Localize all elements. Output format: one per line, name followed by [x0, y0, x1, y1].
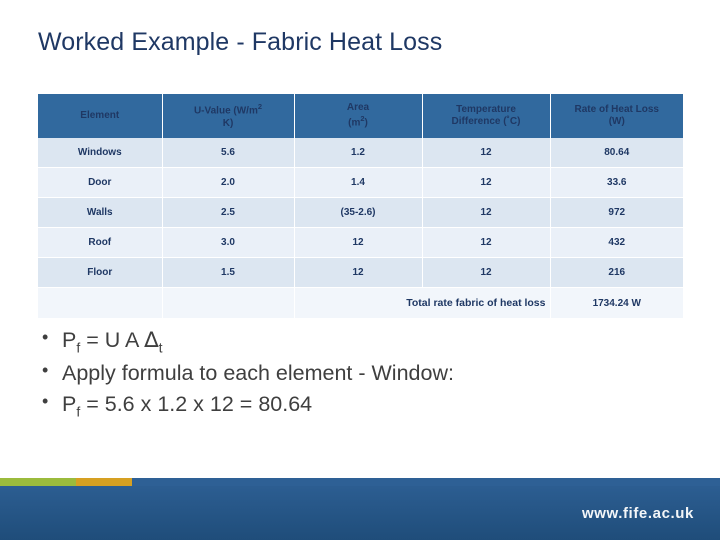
- cell-element: Floor: [38, 257, 163, 288]
- cell-temperature: 12: [422, 257, 551, 288]
- table-total-row: Total rate fabric of heat loss 1734.24 W: [38, 287, 683, 318]
- bullet-item-calculation: Pf = 5.6 x 1.2 x 12 = 80.64: [38, 389, 678, 422]
- heat-loss-table: Element U-Value (W/m2 K) Area (m2) Tempe…: [38, 94, 683, 318]
- column-header-temp-line2: Difference (˚C): [451, 116, 521, 127]
- bullet-item-formula: Pf = U A ∆t: [38, 325, 678, 358]
- cell-element: Roof: [38, 227, 163, 258]
- column-header-uvalue-line2: K): [222, 117, 234, 129]
- column-header-temp-line1: Temperature: [456, 103, 516, 115]
- cell-element: Walls: [38, 197, 163, 228]
- column-header-uvalue: U-Value (W/m2 K): [162, 94, 295, 138]
- cell-uvalue: 5.6: [162, 138, 295, 168]
- cell-temperature: 12: [422, 197, 551, 228]
- calc-body: = 5.6 x 1.2 x 12 = 80.64: [80, 391, 313, 416]
- total-blank-cell-1: [38, 287, 163, 318]
- slide: Worked Example - Fabric Heat Loss Elemen…: [0, 0, 720, 540]
- footer-url: www.fife.ac.uk: [581, 505, 694, 522]
- bullet-item-apply: Apply formula to each element - Window:: [38, 358, 678, 389]
- total-blank-cell-2: [162, 287, 295, 318]
- table-row: Roof 3.0 12 12 432: [38, 227, 683, 258]
- cell-temperature: 12: [422, 138, 551, 168]
- formula-subscript-t: t: [158, 339, 163, 356]
- footer-accent-blue: [132, 478, 720, 486]
- total-value: 1734.24 W: [550, 287, 683, 318]
- column-header-uvalue-line1: U-Value (W/m: [193, 105, 258, 117]
- cell-temperature: 12: [422, 167, 551, 198]
- column-header-rate-line2: (W): [608, 116, 625, 127]
- table-header: Element U-Value (W/m2 K) Area (m2) Tempe…: [38, 94, 683, 138]
- column-header-area-line1: Area: [346, 101, 370, 113]
- cell-uvalue: 2.0: [162, 167, 295, 198]
- footer-accent-green: [0, 478, 76, 486]
- table-row: Door 2.0 1.4 12 33.6: [38, 167, 683, 198]
- column-header-rate-of-heat-loss: Rate of Heat Loss (W): [550, 94, 683, 138]
- bullet-list: Pf = U A ∆t Apply formula to each elemen…: [38, 325, 678, 422]
- table-header-row: Element U-Value (W/m2 K) Area (m2) Tempe…: [38, 94, 683, 138]
- cell-rate: 972: [550, 197, 683, 228]
- cell-rate: 432: [550, 227, 683, 258]
- cell-uvalue: 1.5: [162, 257, 295, 288]
- page-title: Worked Example - Fabric Heat Loss: [38, 28, 443, 56]
- total-label: Total rate fabric of heat loss: [294, 287, 551, 318]
- column-header-uvalue-superscript: 2: [257, 101, 263, 111]
- cell-rate: 33.6: [550, 167, 683, 198]
- table-row: Floor 1.5 12 12 216: [38, 257, 683, 288]
- cell-element: Door: [38, 167, 163, 198]
- footer-accent-gold: [76, 478, 132, 486]
- column-header-area-line2: (m: [348, 117, 361, 129]
- formula-p: P: [62, 328, 77, 352]
- column-header-element: Element: [38, 94, 163, 138]
- cell-area: (35-2.6): [294, 197, 423, 228]
- cell-area: 12: [294, 227, 423, 258]
- cell-rate: 80.64: [550, 138, 683, 168]
- column-header-temperature-difference: Temperature Difference (˚C): [422, 94, 551, 138]
- cell-area: 12: [294, 257, 423, 288]
- cell-element: Windows: [38, 138, 163, 168]
- table-body: Windows 5.6 1.2 12 80.64 Door 2.0 1.4 12…: [38, 138, 683, 318]
- cell-uvalue: 2.5: [162, 197, 295, 228]
- cell-rate: 216: [550, 257, 683, 288]
- column-header-rate-line1: Rate of Heat Loss: [574, 103, 659, 115]
- cell-area: 1.4: [294, 167, 423, 198]
- delta-symbol: ∆: [144, 328, 159, 353]
- cell-area: 1.2: [294, 138, 423, 168]
- formula-body: = U A: [80, 328, 145, 352]
- column-header-area-line2-end: ): [364, 117, 368, 129]
- table-row: Walls 2.5 (35-2.6) 12 972: [38, 197, 683, 228]
- cell-uvalue: 3.0: [162, 227, 295, 258]
- heat-loss-table-container: Element U-Value (W/m2 K) Area (m2) Tempe…: [38, 94, 683, 318]
- cell-temperature: 12: [422, 227, 551, 258]
- column-header-area: Area (m2): [294, 94, 423, 138]
- calc-p: P: [62, 391, 77, 416]
- table-row: Windows 5.6 1.2 12 80.64: [38, 138, 683, 168]
- column-header-element-label: Element: [80, 109, 120, 121]
